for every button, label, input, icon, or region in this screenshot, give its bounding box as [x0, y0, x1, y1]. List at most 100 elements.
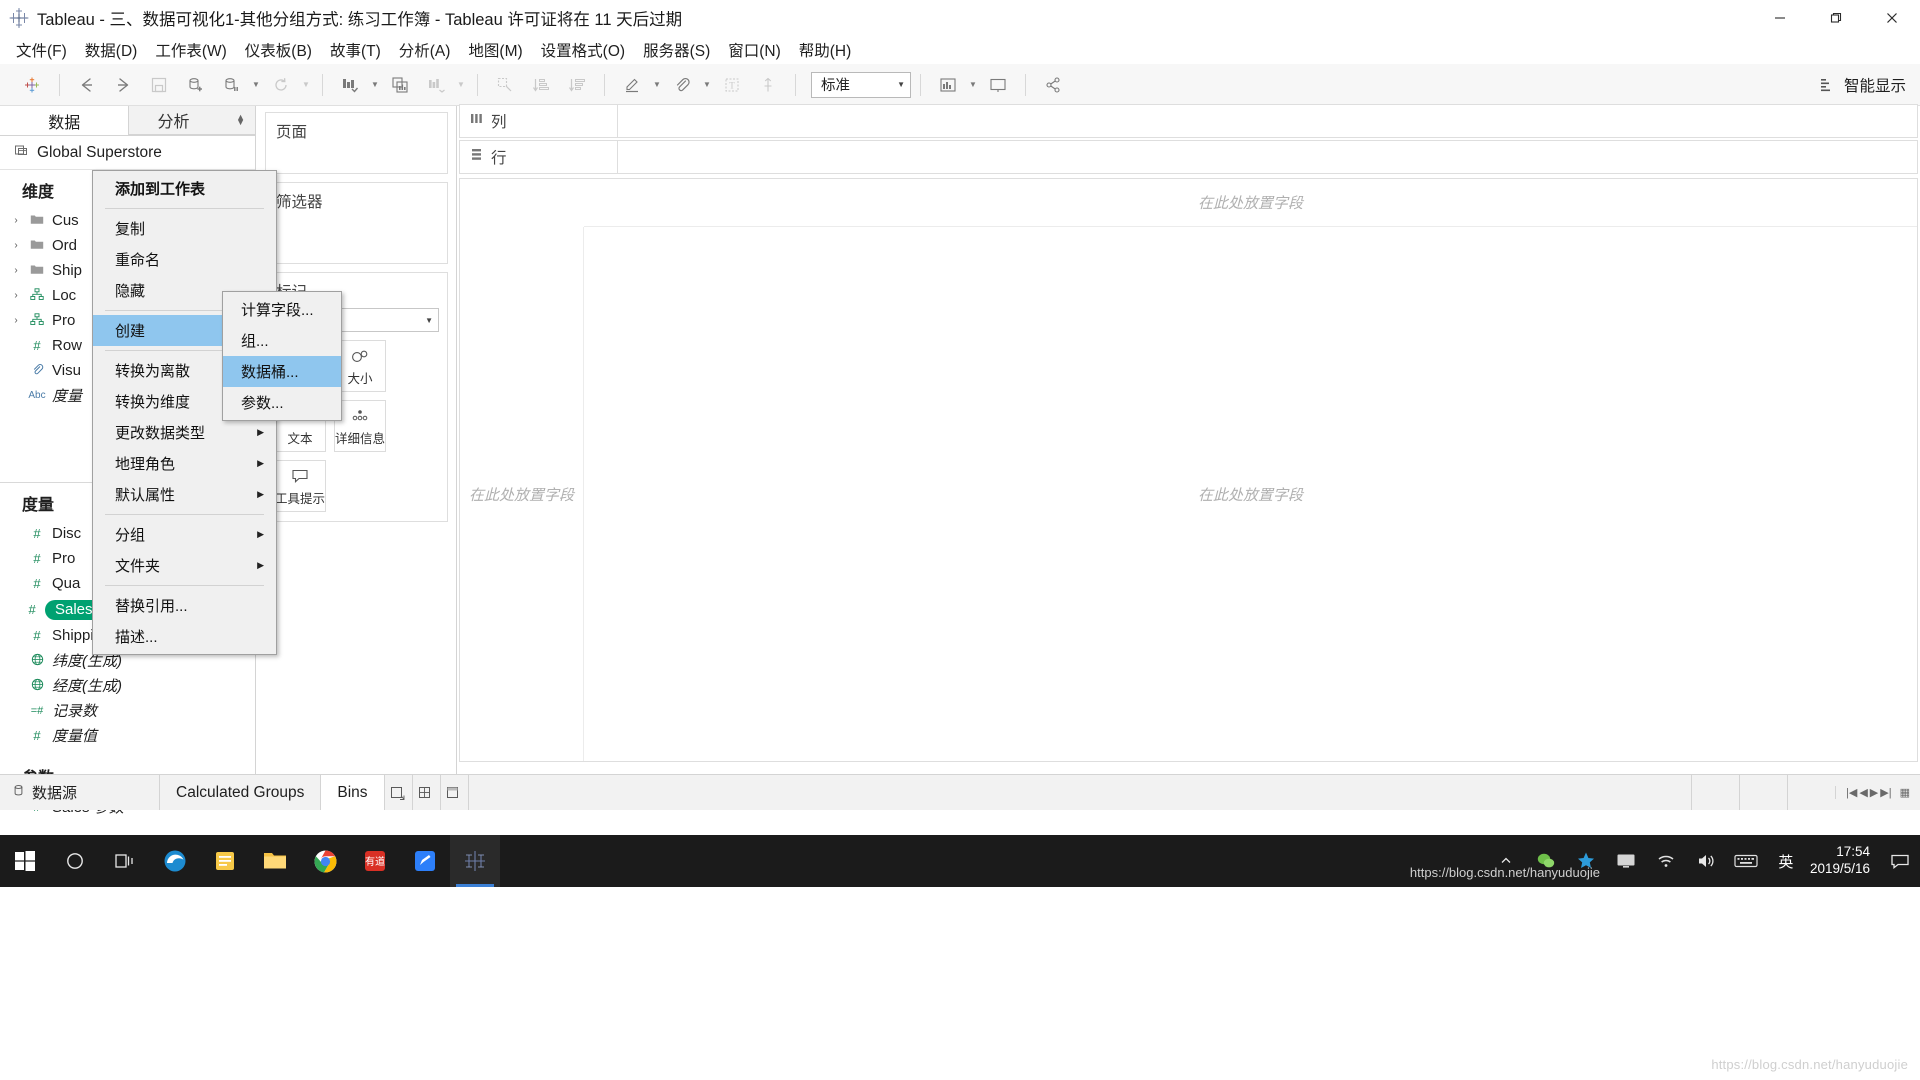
menu-data[interactable]: 数据(D): [76, 36, 147, 64]
menu-format[interactable]: 设置格式(O): [532, 36, 634, 64]
expand-chevron-icon[interactable]: ›: [10, 240, 22, 251]
fix-axes-icon[interactable]: [753, 70, 783, 100]
maximize-button[interactable]: [1808, 0, 1864, 36]
sheet-tab-calculated-groups[interactable]: Calculated Groups: [160, 775, 322, 810]
taskbar-edge-icon[interactable]: [150, 835, 200, 887]
attachment-icon[interactable]: [667, 70, 697, 100]
view-center-drop-zone[interactable]: 在此处放置字段: [584, 227, 1917, 761]
nav-last-icon[interactable]: ▶|: [1880, 786, 1891, 799]
new-story-button[interactable]: [441, 775, 469, 810]
tray-volume-icon[interactable]: [1686, 835, 1726, 887]
minimize-button[interactable]: [1752, 0, 1808, 36]
ctx-default-properties[interactable]: 默认属性 ▶: [93, 479, 276, 510]
view-left-drop-zone[interactable]: 在此处放置字段: [460, 227, 584, 761]
highlighter-caret-icon[interactable]: ▼: [650, 70, 664, 100]
sheet-tab-bins[interactable]: Bins: [321, 775, 385, 810]
ctx-create-bins[interactable]: 数据桶...: [223, 356, 341, 387]
action-center-icon[interactable]: [1880, 835, 1920, 887]
taskbar-tableau-icon[interactable]: [450, 835, 500, 887]
nav-grid-icon[interactable]: ▦: [1900, 786, 1910, 799]
clear-sheet-caret-icon[interactable]: ▼: [368, 70, 382, 100]
tab-analytics[interactable]: 分析 ▲ ▼: [129, 106, 255, 135]
close-button[interactable]: [1864, 0, 1920, 36]
sort-ascending-icon[interactable]: [526, 70, 556, 100]
task-view-icon[interactable]: [100, 835, 150, 887]
share-icon[interactable]: [1038, 70, 1068, 100]
ctx-create-group[interactable]: 组...: [223, 325, 341, 356]
menu-story[interactable]: 故事(T): [321, 36, 390, 64]
attachment-caret-icon[interactable]: ▼: [700, 70, 714, 100]
cards-caret-icon[interactable]: ▼: [966, 70, 980, 100]
taskbar-editor-icon[interactable]: [400, 835, 450, 887]
datasource-item[interactable]: Global Superstore: [0, 136, 255, 170]
tray-display-icon[interactable]: [1606, 835, 1646, 887]
menu-file[interactable]: 文件(F): [7, 36, 76, 64]
highlight-icon[interactable]: [490, 70, 520, 100]
filters-card[interactable]: 筛选器: [265, 182, 448, 264]
back-arrow-icon[interactable]: [72, 70, 102, 100]
ctx-group-by[interactable]: 分组 ▶: [93, 519, 276, 550]
view-top-drop-zone[interactable]: 在此处放置字段: [584, 179, 1917, 227]
ctx-geographic-role[interactable]: 地理角色 ▶: [93, 448, 276, 479]
tab-data[interactable]: 数据: [0, 106, 130, 135]
marks-tooltip-button[interactable]: 工具提示: [274, 460, 326, 512]
measure-values[interactable]: # 度量值: [0, 723, 255, 748]
tray-network-icon[interactable]: [1646, 835, 1686, 887]
clear-sheet-icon[interactable]: [335, 70, 365, 100]
cortana-search-icon[interactable]: [50, 835, 100, 887]
ctx-folders[interactable]: 文件夹 ▶: [93, 550, 276, 581]
new-worksheet-caret-icon[interactable]: ▼: [249, 70, 263, 100]
swap-axes-icon[interactable]: [421, 70, 451, 100]
show-hide-cards-icon[interactable]: [933, 70, 963, 100]
presentation-mode-icon[interactable]: [983, 70, 1013, 100]
columns-shelf[interactable]: 列: [459, 104, 1918, 138]
ctx-add-to-sheet[interactable]: 添加到工作表: [93, 173, 276, 204]
ctx-create-parameter[interactable]: 参数...: [223, 387, 341, 418]
refresh-icon[interactable]: [266, 70, 296, 100]
expand-chevron-icon[interactable]: ›: [10, 315, 22, 326]
taskbar-file-explorer-icon[interactable]: [250, 835, 300, 887]
tableau-home-icon[interactable]: [17, 70, 47, 100]
rows-shelf[interactable]: 行: [459, 140, 1918, 174]
nav-first-icon[interactable]: |◀: [1846, 786, 1857, 799]
menu-server[interactable]: 服务器(S): [634, 36, 719, 64]
show-me-button[interactable]: 智能显示: [1819, 74, 1906, 96]
nav-next-icon[interactable]: ▶: [1870, 786, 1878, 799]
fit-select[interactable]: 标准 ▼: [811, 71, 911, 98]
new-dashboard-button[interactable]: [413, 775, 441, 810]
menu-map[interactable]: 地图(M): [459, 36, 531, 64]
pages-card[interactable]: 页面: [265, 112, 448, 174]
taskbar-clock[interactable]: 17:54 2019/5/16: [1806, 844, 1880, 878]
new-datasource-icon[interactable]: [180, 70, 210, 100]
menu-analysis[interactable]: 分析(A): [390, 36, 460, 64]
tray-ime-indicator[interactable]: 英: [1766, 835, 1806, 887]
taskbar-youdao-icon[interactable]: 有道: [350, 835, 400, 887]
highlighter-pen-icon[interactable]: [617, 70, 647, 100]
ctx-change-data-type[interactable]: 更改数据类型 ▶: [93, 417, 276, 448]
create-submenu[interactable]: 计算字段... 组... 数据桶... 参数...: [222, 291, 342, 421]
duplicate-sheet-icon[interactable]: [385, 70, 415, 100]
measure-longitude[interactable]: 经度(生成): [0, 673, 255, 698]
refresh-caret-icon[interactable]: ▼: [299, 70, 313, 100]
start-button[interactable]: [0, 835, 50, 887]
view-area[interactable]: 在此处放置字段 在此处放置字段 在此处放置字段: [459, 178, 1918, 762]
ctx-describe[interactable]: 描述...: [93, 621, 276, 652]
menu-dashboard[interactable]: 仪表板(B): [236, 36, 321, 64]
sort-descending-icon[interactable]: [562, 70, 592, 100]
taskbar-sticky-notes-icon[interactable]: [200, 835, 250, 887]
nav-prev-icon[interactable]: ◀: [1859, 786, 1867, 799]
measure-number-of-records[interactable]: =# 记录数: [0, 698, 255, 723]
menu-window[interactable]: 窗口(N): [719, 36, 790, 64]
menu-worksheet[interactable]: 工作表(W): [146, 36, 235, 64]
ctx-create-calculated-field[interactable]: 计算字段...: [223, 294, 341, 325]
new-worksheet-icon[interactable]: [216, 70, 246, 100]
new-worksheet-button[interactable]: [385, 775, 413, 810]
tray-keyboard-icon[interactable]: [1726, 835, 1766, 887]
menu-help[interactable]: 帮助(H): [790, 36, 861, 64]
ctx-rename[interactable]: 重命名: [93, 244, 276, 275]
forward-arrow-icon[interactable]: [108, 70, 138, 100]
datasource-tab[interactable]: 数据源: [0, 775, 160, 810]
save-icon[interactable]: [144, 70, 174, 100]
ctx-duplicate[interactable]: 复制: [93, 213, 276, 244]
text-label-icon[interactable]: T: [717, 70, 747, 100]
